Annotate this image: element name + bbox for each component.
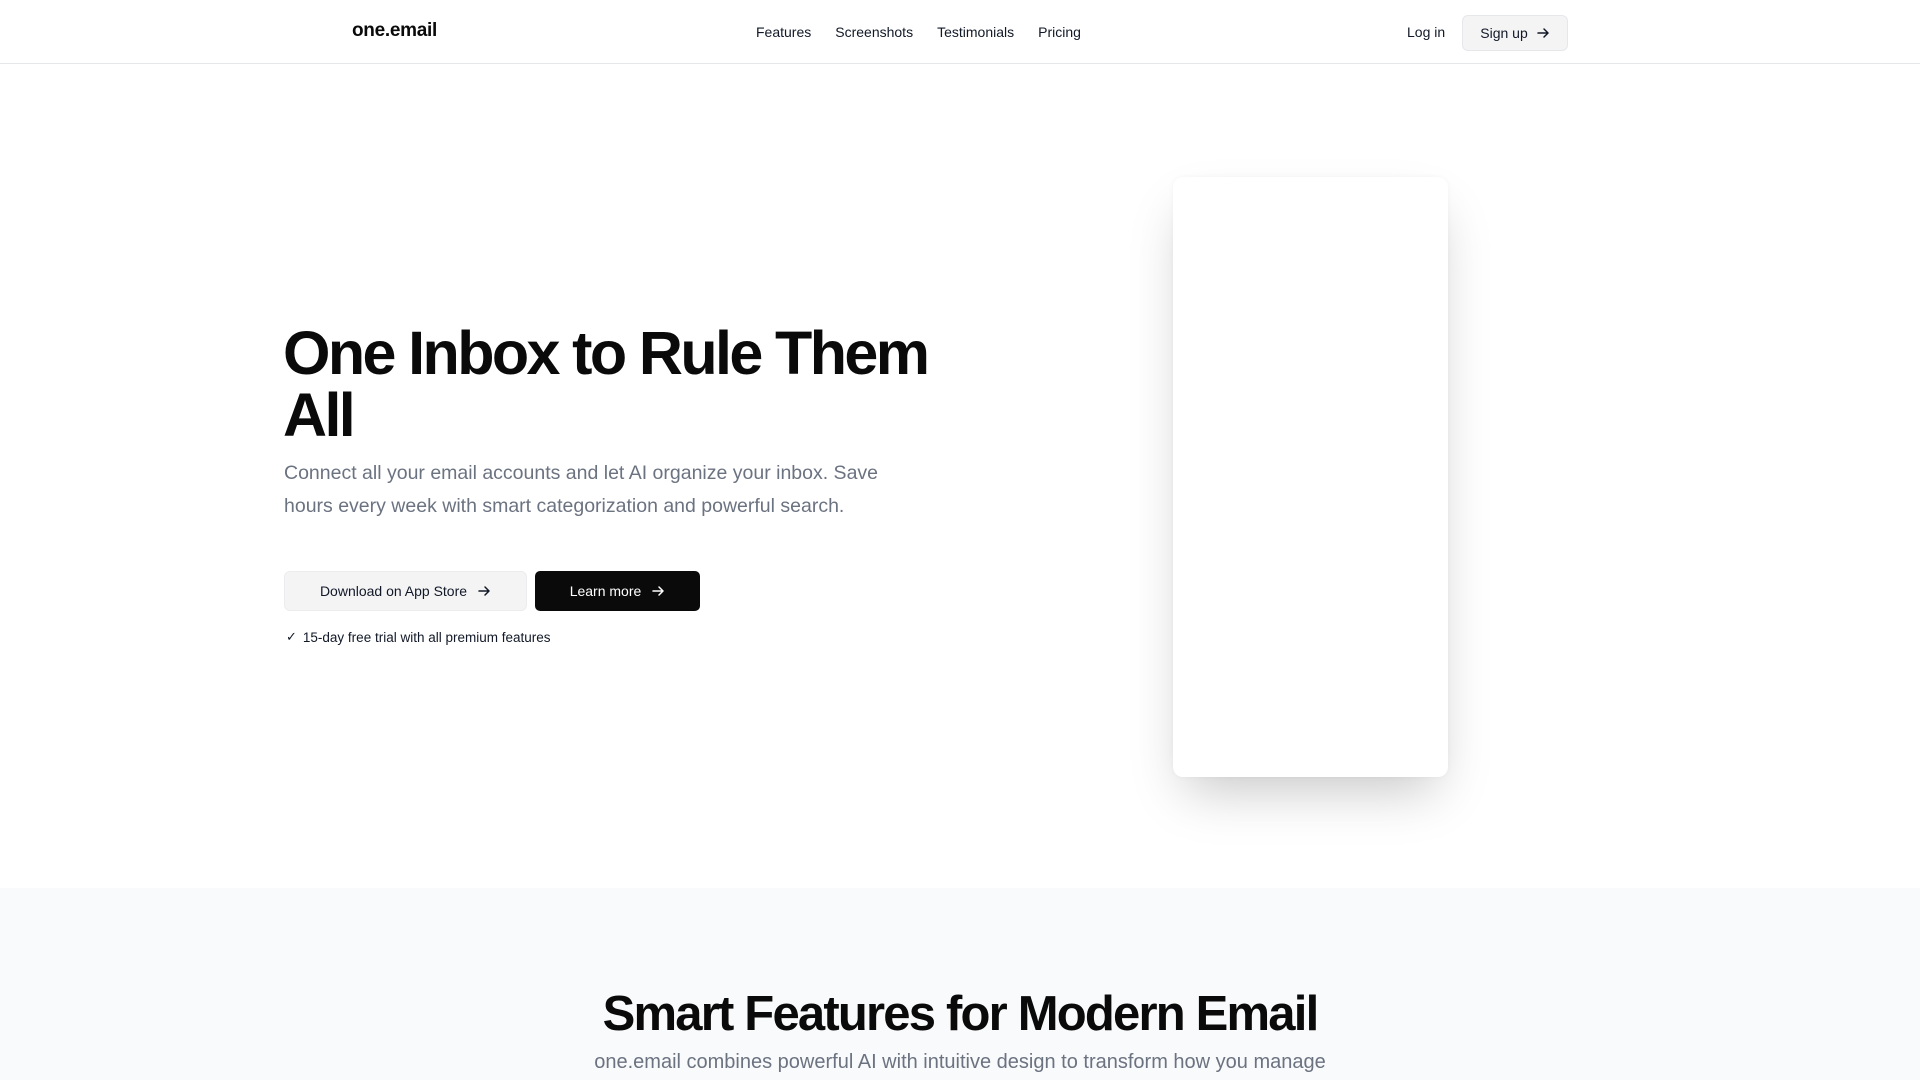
nav-link-testimonials[interactable]: Testimonials: [937, 23, 1014, 41]
phone-mockup: [1173, 177, 1448, 777]
learn-more-button[interactable]: Learn more: [535, 571, 700, 611]
signup-label: Sign up: [1480, 25, 1528, 41]
logo[interactable]: one.email: [352, 20, 437, 42]
login-link[interactable]: Log in: [1407, 23, 1445, 41]
signup-button[interactable]: Sign up: [1462, 15, 1568, 51]
nav-link-pricing[interactable]: Pricing: [1038, 23, 1081, 41]
main-nav: Features Screenshots Testimonials Pricin…: [756, 23, 1105, 41]
site-header: one.email Features Screenshots Testimoni…: [0, 0, 1920, 64]
learn-more-label: Learn more: [569, 583, 642, 599]
nav-link-features[interactable]: Features: [756, 23, 811, 41]
nav-link-screenshots[interactable]: Screenshots: [835, 23, 913, 41]
hero-subtitle: Connect all your email accounts and let …: [284, 462, 879, 517]
features-subtitle: one.email combines powerful AI with intu…: [594, 1051, 1326, 1073]
trial-text: 15-day free trial with all premium featu…: [302, 629, 551, 645]
download-app-store-button[interactable]: Download on App Store: [284, 571, 527, 611]
trial-note: ✓ 15-day free trial with all premium fea…: [286, 629, 551, 645]
arrow-right-icon: [1536, 28, 1549, 38]
download-label: Download on App Store: [319, 583, 468, 599]
arrow-right-icon: [652, 586, 665, 596]
hero-title: One Inbox to Rule Them All: [283, 319, 930, 449]
features-section: Smart Features for Modern Email one.emai…: [0, 888, 1920, 1080]
features-title: Smart Features for Modern Email: [602, 987, 1320, 1041]
check-icon: ✓: [286, 629, 297, 644]
arrow-right-icon: [478, 586, 490, 596]
